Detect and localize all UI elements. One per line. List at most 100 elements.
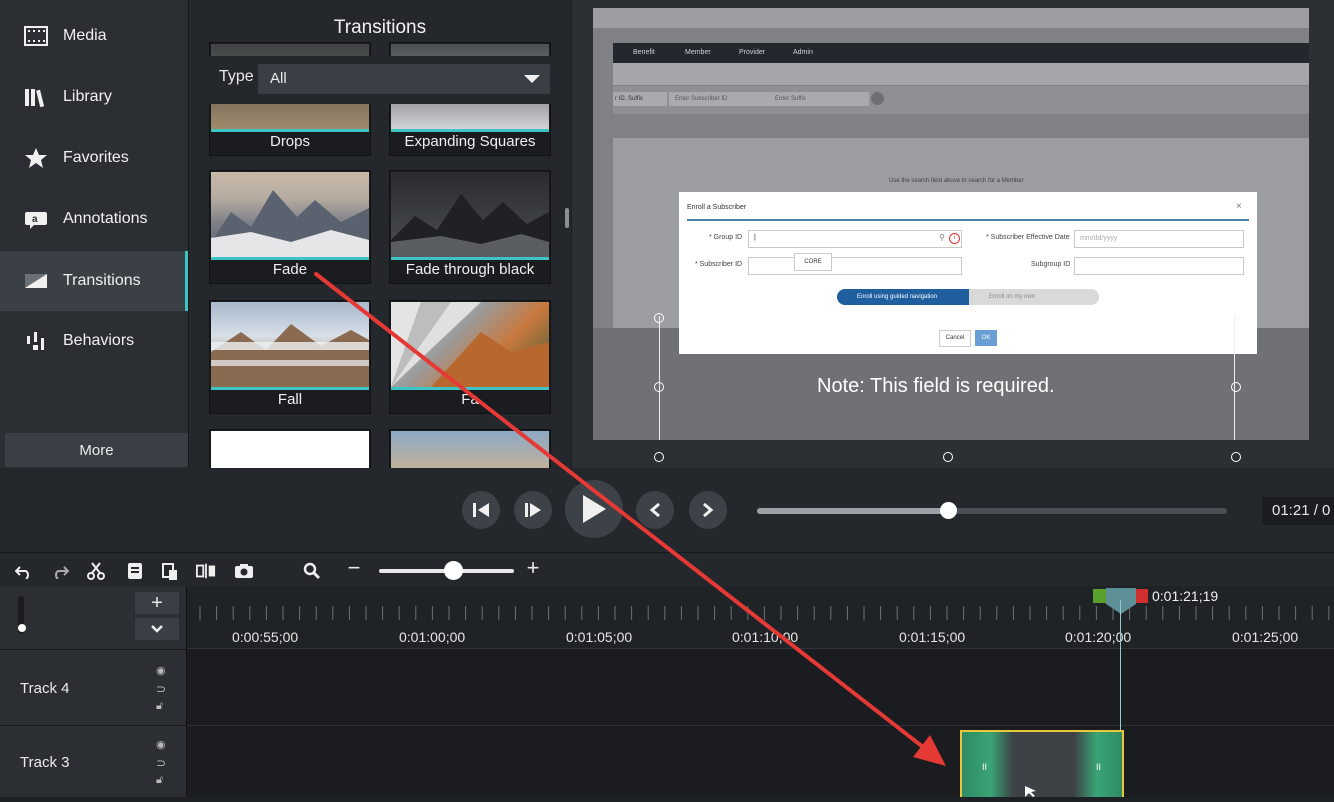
sidebar-item-label: Favorites [63, 149, 129, 166]
mountain-thumbnail [211, 172, 369, 257]
preview-area: Benefit Member Provider Admin r ID, Suff… [572, 0, 1334, 468]
type-filter-row: Type All [189, 56, 571, 104]
tile-label: Fall [277, 391, 303, 408]
playhead-out-marker[interactable] [1134, 589, 1148, 603]
type-select[interactable]: All [258, 64, 550, 94]
resize-handle[interactable] [943, 313, 953, 323]
zoom-out-button[interactable]: − [344, 555, 364, 580]
cut-button[interactable] [86, 561, 106, 581]
playback-scrubber[interactable] [757, 502, 1227, 519]
magnifier-icon [303, 562, 321, 580]
undo-button[interactable] [14, 561, 34, 581]
panel-scrollbar[interactable] [565, 208, 569, 228]
ruler-label: 0:01:25;00 [1232, 629, 1299, 645]
recorded-app-header [613, 63, 1309, 85]
sidebar-item-annotations[interactable]: a Annotations [0, 189, 188, 249]
sidebar-item-library[interactable]: Library [0, 67, 188, 127]
resize-handle[interactable] [1231, 452, 1241, 462]
transition-tile-fade-through-black[interactable]: Fade through black [389, 170, 551, 284]
subscriber-id-field [748, 257, 962, 275]
sidebar-item-label: Media [63, 27, 107, 44]
subgroup-input [1074, 257, 1244, 275]
resize-handle[interactable] [654, 313, 664, 323]
tile-label: Fade [272, 261, 308, 278]
redo-button[interactable] [50, 561, 70, 581]
ruler-label: 0:01:00;00 [399, 629, 466, 645]
star-icon [22, 146, 50, 170]
sidebar-item-transitions[interactable]: Transitions [0, 251, 188, 311]
film-icon [22, 24, 50, 48]
split-button[interactable] [196, 561, 216, 581]
search-icon: ⚲ [939, 233, 945, 242]
info-icon: i [949, 233, 960, 244]
ruler-label: 0:01:10;00 [732, 629, 799, 645]
close-icon: × [1236, 201, 1242, 212]
resize-handle[interactable] [943, 452, 953, 462]
next-frame-button[interactable] [514, 491, 552, 529]
eye-icon[interactable]: ◉ [156, 738, 166, 751]
collapse-tracks-button[interactable] [135, 618, 179, 640]
transition-tile-fade[interactable]: Fade [209, 170, 371, 284]
add-track-button[interactable]: + [135, 592, 179, 614]
resize-handle[interactable] [1231, 382, 1241, 392]
tile-label: Expanding Squares [404, 133, 536, 150]
resize-handle[interactable] [1231, 313, 1241, 323]
resize-handle[interactable] [654, 382, 664, 392]
suffix-select: r ID, Suffix [613, 92, 667, 106]
copy-button[interactable] [125, 561, 145, 581]
more-button[interactable]: More [5, 433, 188, 467]
track-row-header: Track 4 ◉ ⊃ 🔓︎ [0, 649, 186, 726]
tile-accent-bar [211, 257, 369, 260]
subscriber-effective-label: * Subscriber Effective Date [986, 234, 1070, 241]
snapshot-button[interactable] [234, 561, 254, 581]
sidebar-item-favorites[interactable]: Favorites [0, 128, 188, 188]
lock-icon[interactable]: 🔓︎ [156, 700, 163, 713]
preview-canvas[interactable]: Benefit Member Provider Admin r ID, Suff… [593, 8, 1309, 440]
subscriber-id-input: Enter Subscriber ID [669, 92, 769, 106]
nav-item: Benefit [633, 49, 655, 56]
tile-accent-bar [391, 129, 549, 132]
lock-icon[interactable]: 🔓︎ [156, 774, 163, 787]
media-clip[interactable]: II II [960, 730, 1124, 797]
playhead-in-marker[interactable] [1093, 589, 1107, 603]
ruler-label: 0:01:15;00 [899, 629, 966, 645]
track-divider [187, 725, 1334, 726]
annotation-icon: a [22, 207, 50, 231]
sidebar-item-label: Library [63, 88, 112, 105]
library-icon [22, 85, 50, 109]
sidebar-item-behaviors[interactable]: Behaviors [0, 311, 188, 371]
transition-tile[interactable] [389, 429, 551, 468]
zoom-slider-handle[interactable] [444, 561, 463, 580]
play-button[interactable] [565, 480, 623, 538]
previous-marker-button[interactable] [636, 491, 674, 529]
chevron-left-icon [649, 502, 660, 518]
date-placeholder: mm/dd/yyyy [1080, 235, 1118, 242]
previous-frame-button[interactable] [462, 491, 500, 529]
blank-thumbnail [211, 431, 369, 468]
playhead-time: 0:01:21;19 [1152, 588, 1219, 604]
magnet-icon[interactable]: ⊃ [156, 682, 166, 696]
resize-handle[interactable] [654, 452, 664, 462]
track-header-column: + Track 4 ◉ ⊃ 🔓︎ Track 3 ◉ ⊃ 🔓︎ [0, 586, 187, 797]
zoom-button[interactable] [302, 561, 322, 581]
next-marker-button[interactable] [689, 491, 727, 529]
tile-accent-bar [391, 257, 549, 260]
transition-tile-fan[interactable]: Fa [389, 300, 551, 414]
zoom-in-button[interactable]: + [523, 555, 543, 580]
clip-trim-handle-left[interactable]: II [982, 762, 987, 772]
chevron-down-icon [524, 75, 540, 83]
sidebar-item-media[interactable]: Media [0, 6, 188, 66]
transition-tile[interactable] [209, 429, 371, 468]
split-icon [196, 563, 216, 579]
paste-button[interactable] [160, 561, 180, 581]
playhead-handle[interactable] [1106, 588, 1136, 604]
clip-trim-handle-right[interactable]: II [1096, 762, 1101, 772]
magnet-icon[interactable]: ⊃ [156, 756, 166, 770]
transition-tile-fall[interactable]: Fall [209, 300, 371, 414]
scrubber-handle[interactable] [940, 502, 957, 519]
track-height-handle[interactable] [18, 624, 26, 632]
eye-icon[interactable]: ◉ [156, 664, 166, 677]
tile-label: Drops [269, 133, 310, 150]
chevron-right-icon [703, 502, 714, 518]
note-annotation-text[interactable]: Note: This field is required. [817, 375, 1055, 398]
